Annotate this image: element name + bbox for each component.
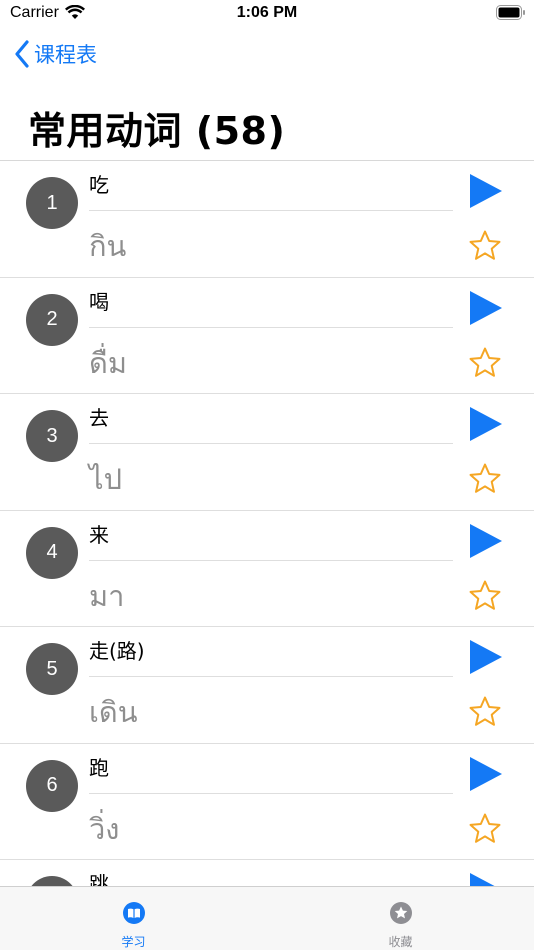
tab-favorites-label: 收藏 (388, 935, 413, 949)
thai-translation: กิน (89, 229, 127, 263)
chinese-word: 来 (89, 522, 109, 547)
list-item[interactable]: 7跳 (0, 860, 534, 886)
row-divider (89, 326, 453, 328)
chinese-word: 跳 (89, 872, 109, 886)
chinese-word: 吃 (89, 173, 109, 197)
row-divider (89, 559, 453, 561)
play-icon[interactable] (468, 290, 504, 326)
star-circle-icon (389, 901, 413, 925)
play-icon[interactable] (468, 872, 504, 886)
chinese-word: 去 (89, 406, 109, 430)
status-time: 1:06 PM (236, 4, 298, 21)
row-divider (89, 792, 453, 794)
play-icon[interactable] (468, 406, 504, 442)
thai-translation: มา (89, 578, 125, 613)
play-icon[interactable] (468, 523, 504, 559)
tab-learn-label: 学习 (121, 935, 146, 949)
row-divider (89, 443, 453, 444)
item-number-badge: 1 (26, 177, 78, 229)
chinese-word: 跑 (89, 755, 109, 780)
back-button-label: 课程表 (34, 43, 97, 67)
star-outline-icon[interactable] (468, 346, 502, 380)
list-item[interactable]: 3 去 ไป (0, 394, 534, 511)
book-icon (122, 901, 146, 925)
star-outline-icon[interactable] (468, 812, 502, 846)
vocabulary-list[interactable]: 1吃กิน2喝ดื่ม3去ไป4来มา5走(路)เดิน6跑วิ่ง7跳 (0, 161, 534, 886)
list-item[interactable]: 5 走(路) เดิน (0, 627, 534, 744)
row-divider (89, 210, 453, 211)
list-item[interactable]: 4 来 มา (0, 511, 534, 627)
item-number-badge: 6 (26, 759, 78, 812)
item-number-badge: 7 (26, 876, 78, 886)
star-outline-icon[interactable] (468, 579, 502, 613)
play-icon[interactable] (468, 173, 504, 209)
list-item[interactable]: 2 喝 ดื่ม (0, 278, 534, 394)
thai-translation: วิ่ง (89, 811, 120, 846)
status-bar: Carrier 1:06 PM (0, 0, 534, 30)
play-icon[interactable] (468, 639, 504, 675)
item-number-badge: 5 (26, 643, 78, 695)
tab-bar: 学习 收藏 (0, 886, 534, 950)
battery-icon (496, 5, 526, 20)
star-outline-icon[interactable] (468, 229, 502, 263)
thai-translation: เดิน (89, 695, 138, 729)
chinese-word: 走(路) (89, 639, 145, 663)
thai-translation: ไป (89, 462, 122, 496)
play-icon[interactable] (468, 756, 504, 792)
item-number-badge: 2 (26, 293, 78, 346)
list-item[interactable]: 6 跑 วิ่ง (0, 744, 534, 860)
thai-translation: ดื่ม (89, 345, 127, 380)
star-outline-icon[interactable] (468, 462, 502, 496)
item-number-badge: 3 (26, 410, 78, 462)
tab-favorites[interactable]: 收藏 (267, 887, 534, 950)
chinese-word: 喝 (89, 289, 109, 314)
list-item[interactable]: 1 吃 กิน (0, 161, 534, 278)
tab-learn[interactable]: 学习 (0, 887, 267, 950)
star-outline-icon[interactable] (468, 695, 502, 729)
back-button[interactable]: 课程表 (14, 38, 97, 70)
item-number-badge: 4 (26, 526, 78, 579)
row-divider (89, 676, 453, 677)
page-title: 常用动词 (58) (28, 109, 286, 153)
chevron-left-icon (14, 40, 30, 68)
